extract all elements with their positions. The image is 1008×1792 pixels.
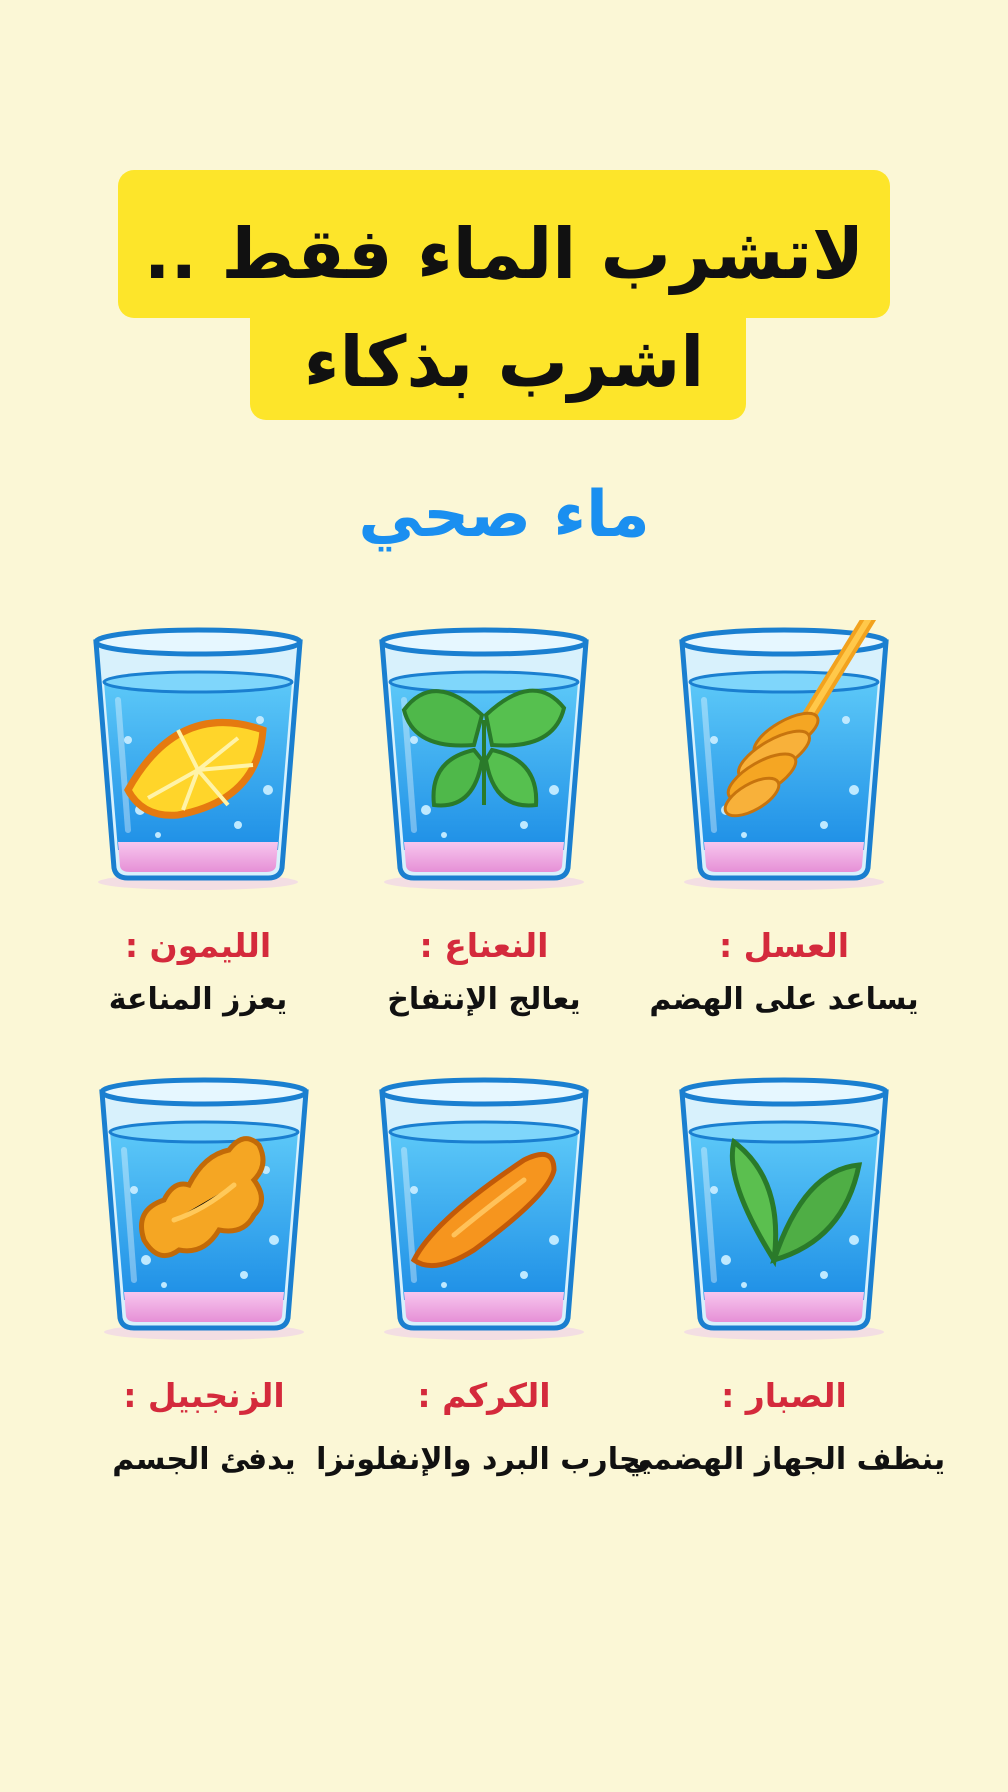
item-ginger: الزنجبيل : يدفئ الجسم xyxy=(54,1070,354,1510)
item-name: النعناع : xyxy=(419,926,549,965)
honey-glass-icon xyxy=(674,620,894,890)
item-description: يدفئ الجسم xyxy=(112,1442,296,1477)
lemon-glass-icon xyxy=(88,620,308,890)
item-name: الزنجبيل : xyxy=(123,1376,285,1415)
title-line-2: اشرب بذكاء xyxy=(303,321,705,403)
ginger-glass-icon xyxy=(94,1070,314,1340)
item-name: الكركم : xyxy=(417,1376,551,1415)
aloe-glass-icon xyxy=(674,1070,894,1340)
item-mint: النعناع : يعالج الإنتفاخ xyxy=(334,620,634,1060)
item-name: الصبار : xyxy=(721,1376,847,1415)
item-name: العسل : xyxy=(718,926,850,965)
item-honey: العسل : يساعد على الهضم xyxy=(634,620,934,1060)
item-aloe: الصبار : ينظف الجهاز الهضمي xyxy=(623,1070,945,1510)
turmeric-glass-icon xyxy=(374,1070,594,1340)
subtitle: ماء صحي xyxy=(358,478,650,552)
item-description: يعزز المناعة xyxy=(108,982,288,1017)
mint-glass-icon xyxy=(374,620,594,890)
item-name: الليمون : xyxy=(124,926,272,965)
title-line-1: لاتشرب الماء فقط .. xyxy=(143,213,865,295)
item-lemon: الليمون : يعزز المناعة xyxy=(48,620,348,1060)
